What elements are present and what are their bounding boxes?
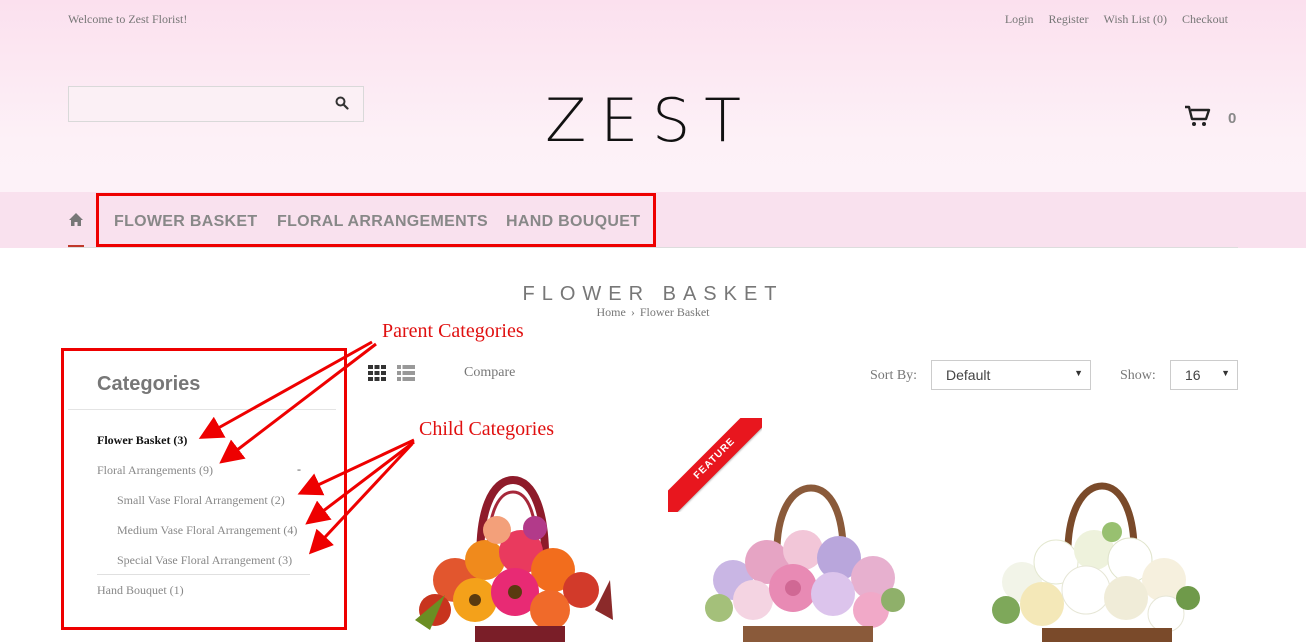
home-active-indicator [68, 245, 84, 247]
sort-value: Default [946, 367, 991, 383]
categories-title: Categories [97, 373, 201, 395]
category-hand-bouquet[interactable]: Hand Bouquet (1) [97, 583, 184, 598]
product-card[interactable] [982, 470, 1222, 642]
breadcrumb-home[interactable]: Home [597, 305, 626, 319]
search-box [68, 86, 364, 122]
site-logo[interactable]: ZEST [540, 84, 760, 158]
search-icon[interactable] [335, 96, 351, 112]
categories-divider [68, 409, 336, 410]
chevron-down-icon: ▼ [1221, 368, 1230, 378]
breadcrumb-current[interactable]: Flower Basket [640, 305, 710, 319]
welcome-message: Welcome to Zest Florist! [68, 12, 188, 26]
feature-ribbon: FEATURE [668, 418, 762, 512]
category-collapse-toggle[interactable]: - [297, 462, 301, 477]
parent-categories-annotation: Parent Categories [382, 320, 524, 342]
checkout-link[interactable]: Checkout [1182, 12, 1228, 26]
breadcrumb-separator: › [630, 305, 635, 319]
page-title: FLOWER BASKET [522, 283, 784, 305]
category-special-vase[interactable]: Special Vase Floral Arrangement (3) [117, 553, 292, 568]
home-icon[interactable] [68, 212, 84, 232]
sort-select[interactable]: Default ▼ [931, 360, 1091, 390]
category-medium-vase[interactable]: Medium Vase Floral Arrangement (4) [117, 523, 297, 538]
register-link[interactable]: Register [1048, 12, 1088, 26]
child-categories-annotation: Child Categories [419, 418, 554, 440]
search-input[interactable] [69, 87, 319, 121]
show-label: Show: [1120, 368, 1156, 383]
nav-divider [68, 247, 1238, 248]
grid-view-icon[interactable] [368, 365, 386, 386]
chevron-down-icon: ▼ [1074, 368, 1083, 378]
wishlist-link[interactable]: Wish List (0) [1103, 12, 1167, 26]
category-flower-basket[interactable]: Flower Basket (3) [97, 433, 187, 448]
cart-count: 0 [1228, 110, 1237, 127]
product-card[interactable] [385, 470, 625, 642]
sort-label: Sort By: [870, 368, 918, 383]
feature-badge: FEATURE [668, 418, 762, 512]
subcategory-divider [97, 574, 310, 575]
account-links: Login Register Wish List (0) Checkout [993, 12, 1228, 27]
list-view-icon[interactable] [397, 365, 415, 386]
breadcrumb: Home › Flower Basket [0, 305, 1306, 320]
nav-flower-basket[interactable]: FLOWER BASKET [114, 213, 257, 231]
limit-value: 16 [1185, 367, 1201, 383]
limit-select[interactable]: 16 ▼ [1170, 360, 1238, 390]
compare-link[interactable]: Compare [464, 365, 515, 381]
category-small-vase[interactable]: Small Vase Floral Arrangement (2) [117, 493, 285, 508]
product-image [415, 475, 613, 642]
category-floral-arrangements[interactable]: Floral Arrangements (9) [97, 463, 213, 478]
nav-floral-arrangements[interactable]: FLORAL ARRANGEMENTS [277, 213, 488, 231]
nav-hand-bouquet[interactable]: HAND BOUQUET [506, 213, 640, 231]
login-link[interactable]: Login [1005, 12, 1034, 26]
cart-icon[interactable] [1184, 104, 1212, 133]
product-image [992, 482, 1200, 642]
